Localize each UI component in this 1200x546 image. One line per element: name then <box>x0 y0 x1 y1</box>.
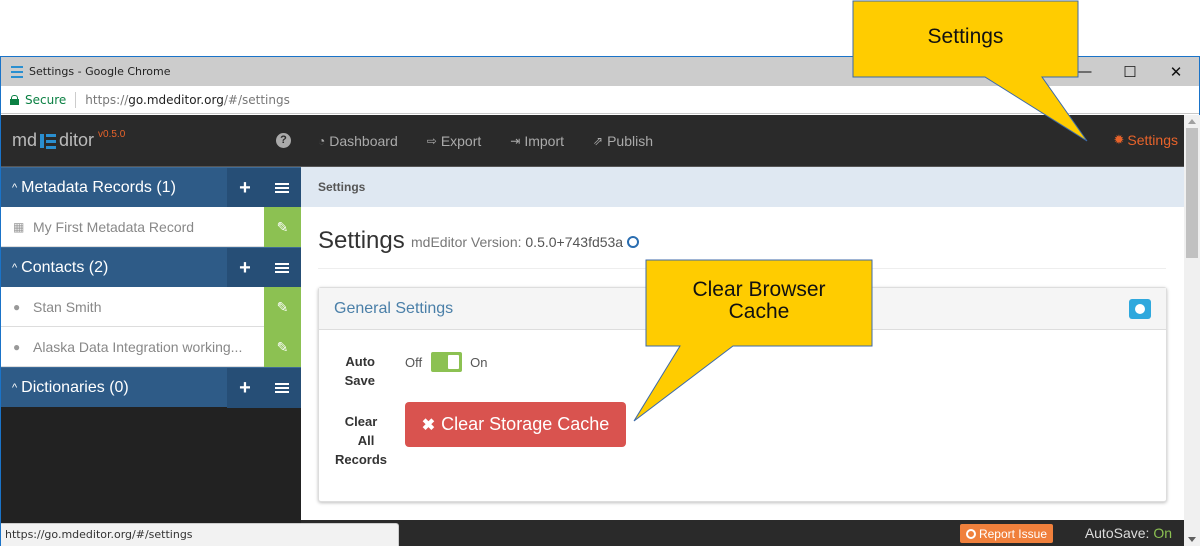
settings-callout-text: Settings <box>927 25 1004 48</box>
callout-line: Clear Browser <box>692 278 826 301</box>
callout-arrows <box>633 0 1088 422</box>
cache-callout-text: Clear Browser Cache <box>646 279 872 323</box>
screenshot-stage: Settings - Google Chrome — ☐ ✕ Secure ht… <box>0 0 1200 546</box>
callout-line: Cache <box>728 300 790 323</box>
settings-callout-shape <box>852 0 1088 142</box>
